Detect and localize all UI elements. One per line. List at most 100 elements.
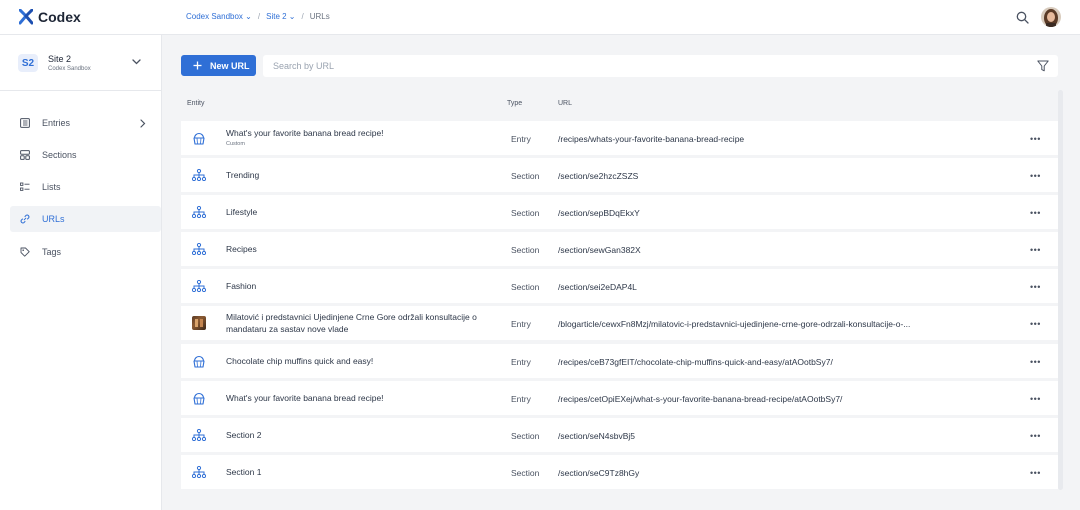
entity-name[interactable]: Section 2: [226, 429, 486, 441]
entity-name[interactable]: Recipes: [226, 243, 486, 255]
sections-icon: [20, 150, 30, 160]
sidebar-item-lists[interactable]: Lists: [10, 174, 161, 200]
url-value[interactable]: /section/sepBDqEkxY: [558, 208, 968, 218]
table-row[interactable]: Section 1 Section/section/seC9Tz8hGy •••: [181, 455, 1058, 489]
entity-name[interactable]: Fashion: [226, 280, 486, 292]
more-actions-button[interactable]: •••: [1030, 282, 1041, 292]
sidebar-item-label: URLs: [42, 214, 65, 224]
entity-icon-cell: [192, 428, 206, 442]
url-value[interactable]: /recipes/cetOpiEXej/what-s-your-favorite…: [558, 394, 968, 404]
entity-icon-cell: [192, 354, 206, 368]
table-row[interactable]: Trending Section/section/se2hzcZSZS •••: [181, 158, 1058, 192]
sidebar-item-label: Entries: [42, 118, 71, 128]
entity-icon-cell: [192, 316, 206, 330]
table-row[interactable]: Milatović i predstavnici Ujedinjene Crne…: [181, 306, 1058, 340]
lists-icon: [20, 182, 30, 191]
chevron-down-icon: [132, 59, 141, 65]
entity-name[interactable]: Milatović i predstavnici Ujedinjene Crne…: [226, 311, 486, 335]
url-value[interactable]: /blogarticle/cewxFn8Mzj/milatovic-i-pred…: [558, 319, 968, 329]
entity-type: Entry: [511, 394, 531, 404]
search-icon[interactable]: [1016, 11, 1029, 24]
search-input[interactable]: [263, 55, 963, 77]
url-search: [263, 55, 1058, 77]
more-actions-button[interactable]: •••: [1030, 468, 1041, 478]
more-actions-button[interactable]: •••: [1030, 319, 1041, 329]
sidebar-item-label: Tags: [42, 247, 62, 257]
more-actions-button[interactable]: •••: [1030, 134, 1041, 144]
breadcrumb-separator: /: [301, 12, 304, 21]
url-value[interactable]: /section/sewGan382X: [558, 245, 968, 255]
entity-type: Entry: [511, 357, 531, 367]
url-value[interactable]: /section/se2hzcZSZS: [558, 171, 968, 181]
site-name: Site 2: [48, 54, 72, 64]
section-icon: [192, 206, 206, 218]
table-row[interactable]: Fashion Section/section/sei2eDAP4L •••: [181, 269, 1058, 303]
table-row[interactable]: What's your favorite banana bread recipe…: [181, 121, 1058, 155]
section-icon: [192, 169, 206, 181]
breadcrumb-current: URLs: [309, 12, 330, 21]
sidebar-item-tags[interactable]: Tags: [10, 239, 161, 265]
entity-icon-cell: [192, 205, 206, 219]
breadcrumb-site-label: Site 2: [266, 12, 287, 21]
table-row[interactable]: Section 2 Section/section/seN4sbvBj5 •••: [181, 418, 1058, 452]
entry-thumbnail: [192, 316, 206, 330]
entity-icon-cell: [192, 279, 206, 293]
entity-type: Section: [511, 171, 540, 181]
app-name: Codex: [38, 9, 81, 25]
breadcrumb: Codex Sandbox ⌄ / Site 2 ⌄ / URLs: [186, 12, 330, 21]
url-value[interactable]: /recipes/ceB73gfEIT/chocolate-chip-muffi…: [558, 357, 968, 367]
url-value[interactable]: /section/seC9Tz8hGy: [558, 468, 968, 478]
entity-type: Section: [511, 468, 540, 478]
table-row[interactable]: What's your favorite banana bread recipe…: [181, 381, 1058, 415]
plus-icon: [193, 61, 202, 70]
new-url-button[interactable]: New URL: [181, 55, 256, 76]
entity-name[interactable]: What's your favorite banana bread recipe…: [226, 127, 486, 139]
entity-name[interactable]: Lifestyle: [226, 206, 486, 218]
column-header-entity[interactable]: Entity: [187, 100, 205, 107]
more-actions-button[interactable]: •••: [1030, 208, 1041, 218]
new-url-label: New URL: [210, 60, 250, 71]
entity-icon-cell: [192, 242, 206, 256]
sidebar-item-label: Lists: [42, 182, 61, 192]
user-avatar[interactable]: [1041, 7, 1061, 27]
table-row[interactable]: Recipes Section/section/sewGan382X •••: [181, 232, 1058, 266]
more-actions-button[interactable]: •••: [1030, 171, 1041, 181]
breadcrumb-separator: /: [257, 12, 261, 21]
app-logo[interactable]: Codex: [19, 9, 81, 25]
url-value[interactable]: /section/sei2eDAP4L: [558, 282, 968, 292]
recipe-icon: [193, 355, 205, 368]
more-actions-button[interactable]: •••: [1030, 431, 1041, 441]
scrollbar[interactable]: [1058, 90, 1063, 490]
entity-name[interactable]: What's your favorite banana bread recipe…: [226, 392, 486, 404]
entity-type: Section: [511, 431, 540, 441]
sidebar-item-urls[interactable]: URLs: [10, 206, 161, 232]
sidebar-item-entries[interactable]: Entries: [10, 110, 161, 136]
recipe-icon: [193, 132, 205, 145]
entity-icon-cell: [192, 168, 206, 182]
section-icon: [192, 280, 206, 292]
breadcrumb-site[interactable]: Site 2 ⌄: [266, 12, 295, 21]
more-actions-button[interactable]: •••: [1030, 357, 1041, 367]
url-value[interactable]: /section/seN4sbvBj5: [558, 431, 968, 441]
column-header-url[interactable]: URL: [558, 100, 572, 107]
sidebar: S2 Site 2 Codex Sandbox Entries Sections: [0, 35, 162, 510]
sidebar-item-sections[interactable]: Sections: [10, 142, 161, 168]
table-row[interactable]: Chocolate chip muffins quick and easy! En…: [181, 344, 1058, 378]
column-header-type[interactable]: Type: [507, 100, 522, 107]
site-badge: S2: [18, 54, 38, 72]
entries-icon: [20, 118, 30, 128]
filter-icon[interactable]: [1037, 60, 1049, 72]
table-row[interactable]: Lifestyle Section/section/sepBDqEkxY •••: [181, 195, 1058, 229]
recipe-icon: [193, 392, 205, 405]
section-icon: [192, 243, 206, 255]
site-switcher[interactable]: S2 Site 2 Codex Sandbox: [0, 35, 162, 91]
url-value[interactable]: /recipes/whats-your-favorite-banana-brea…: [558, 134, 968, 144]
breadcrumb-org[interactable]: Codex Sandbox ⌄: [186, 12, 252, 21]
entity-name[interactable]: Section 1: [226, 466, 486, 478]
section-icon: [192, 429, 206, 441]
more-actions-button[interactable]: •••: [1030, 245, 1041, 255]
entity-name[interactable]: Chocolate chip muffins quick and easy!: [226, 355, 486, 367]
more-actions-button[interactable]: •••: [1030, 394, 1041, 404]
entity-name[interactable]: Trending: [226, 169, 486, 181]
entity-type: Section: [511, 208, 540, 218]
